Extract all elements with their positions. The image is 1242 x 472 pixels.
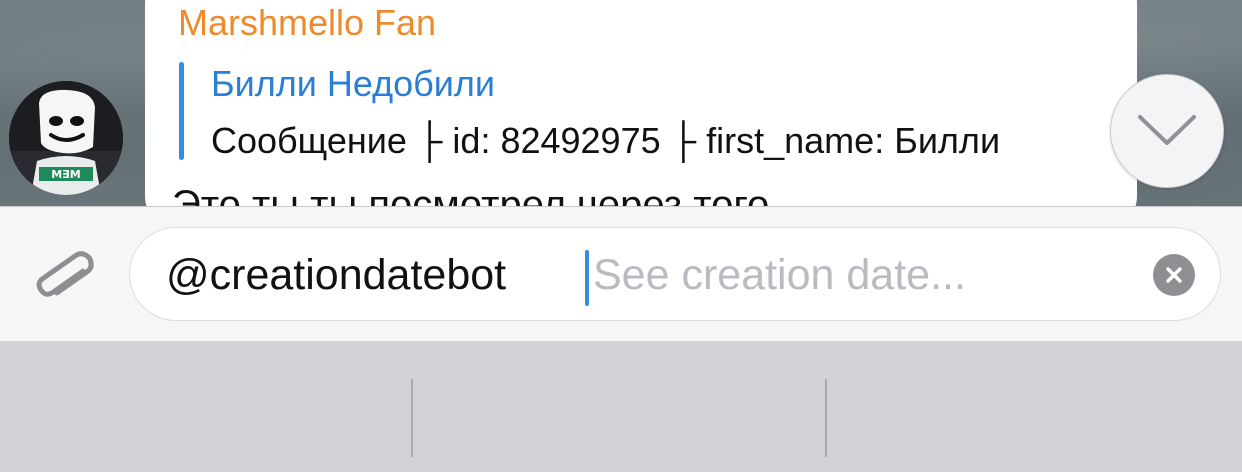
keyboard-suggestion-3[interactable] [827,379,1241,457]
forward-accent-bar [179,62,184,160]
svg-text:M∃M: M∃M [51,168,80,181]
message-text: Это ты ты посмотрел через того [172,183,770,206]
keyboard-suggestion-1[interactable] [0,379,414,457]
forwarded-author-name[interactable]: Билли Недобили [211,62,495,106]
input-current-value[interactable]: @creationdatebot [166,250,506,300]
attach-button[interactable] [28,245,100,317]
scroll-to-bottom-button[interactable] [1110,74,1224,188]
keyboard-suggestion-2[interactable] [413,379,827,457]
message-sender-name[interactable]: Marshmello Fan [178,1,436,45]
text-caret [585,250,589,306]
message-input-field[interactable]: @creationdatebot See creation date... [129,227,1221,321]
chevron-down-icon [1138,115,1196,145]
keyboard-area [0,341,1242,472]
sender-avatar[interactable]: M∃M [9,81,123,195]
inline-bot-placeholder: See creation date... [593,251,966,299]
clear-input-button[interactable] [1153,254,1195,296]
message-input-panel: @creationdatebot See creation date... [0,206,1242,341]
forwarded-message-preview: Сообщение ├ id: 82492975 ├ first_name: Б… [211,120,1001,161]
chat-background: M∃M Marshmello Fan Билли Недобили Сообще… [0,0,1242,206]
close-icon [1166,267,1182,283]
marshmello-avatar-icon: M∃M [9,81,123,195]
paperclip-icon [36,251,94,297]
